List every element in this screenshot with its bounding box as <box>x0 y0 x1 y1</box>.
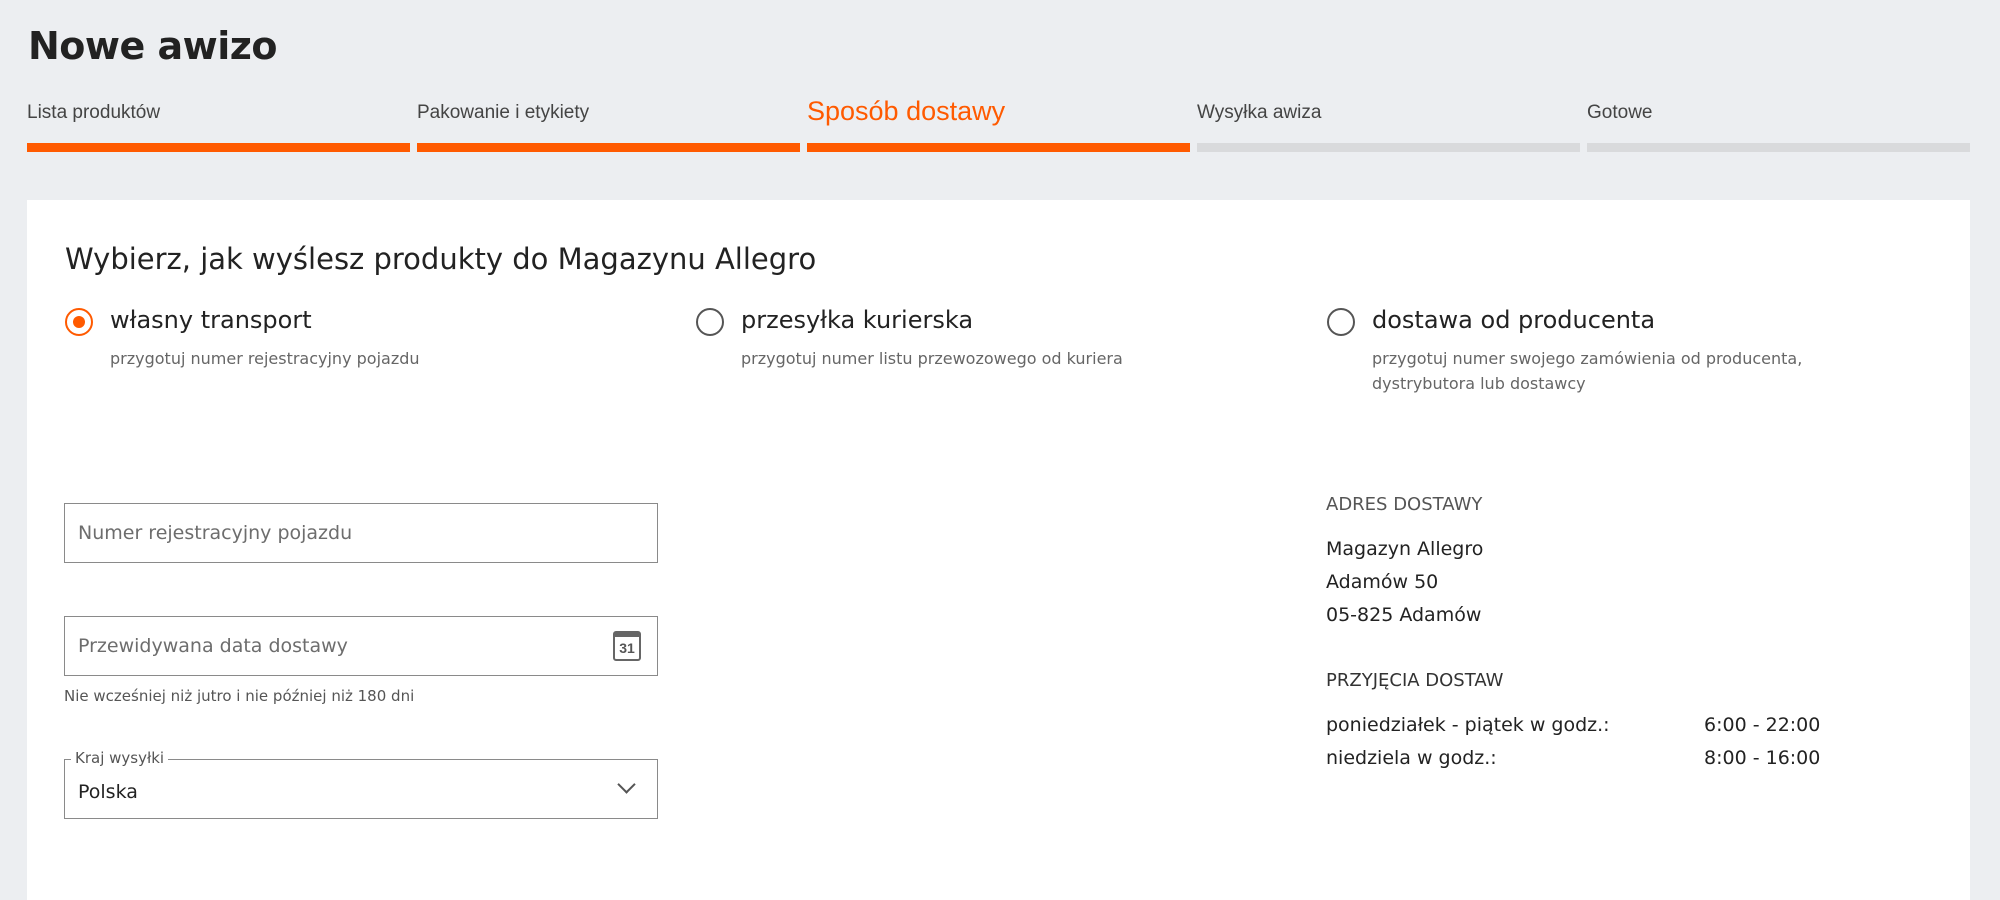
step-bar <box>417 143 800 152</box>
hours-days: poniedziałek - piątek w godz.: <box>1326 714 1610 736</box>
plate-number-placeholder: Numer rejestracyjny pojazdu <box>78 522 353 544</box>
delivery-date-placeholder: Przewidywana data dostawy <box>78 635 348 657</box>
step-bar <box>1587 143 1970 152</box>
step-label: Pakowanie i etykiety <box>417 102 590 123</box>
hours-row: poniedziałek - piątek w godz.: 6:00 - 22… <box>1326 709 1820 742</box>
step-label: Wysyłka awiza <box>1197 102 1322 123</box>
delivery-date-input[interactable]: Przewidywana data dostawy 31 <box>64 616 658 676</box>
hours-row: niedziela w godz.: 8:00 - 16:00 <box>1326 742 1820 775</box>
step-label: Sposób dostawy <box>807 96 1006 126</box>
delivery-address: ADRES DOSTAWY Magazyn Allegro Adamów 50 … <box>1326 494 1820 775</box>
address-line: Adamów 50 <box>1326 571 1439 593</box>
step-label: Lista produktów <box>27 102 161 123</box>
hours-time: 8:00 - 16:00 <box>1704 747 1821 769</box>
progress-steps: Lista produktów Pakowanie i etykiety Spo… <box>27 96 1970 152</box>
step-packing-labels[interactable]: Pakowanie i etykiety <box>417 98 800 152</box>
radio-courier[interactable] <box>696 308 724 336</box>
hours-days: niedziela w godz.: <box>1326 747 1497 769</box>
step-done: Gotowe <box>1587 98 1970 152</box>
address-line: Magazyn Allegro <box>1326 538 1484 560</box>
page-title: Nowe awizo <box>28 24 278 68</box>
step-product-list[interactable]: Lista produktów <box>27 98 410 152</box>
calendar-icon[interactable]: 31 <box>613 631 641 661</box>
step-bar <box>1197 143 1580 152</box>
step-bar <box>27 143 410 152</box>
step-delivery-method: Sposób dostawy <box>807 96 1190 152</box>
step-bar <box>807 143 1190 152</box>
plate-number-input[interactable]: Numer rejestracyjny pojazdu <box>64 503 658 563</box>
radio-own-transport[interactable] <box>65 308 93 336</box>
option-hint: przygotuj numer rejestracyjny pojazdu <box>110 349 420 368</box>
option-label[interactable]: przesyłka kurierska <box>741 306 973 334</box>
date-helper-text: Nie wcześniej niż jutro i nie później ni… <box>64 687 415 705</box>
country-value: Polska <box>78 781 138 803</box>
country-label: Kraj wysyłki <box>71 749 169 767</box>
address-heading: ADRES DOSTAWY <box>1326 494 1483 515</box>
section-title: Wybierz, jak wyślesz produkty do Magazyn… <box>65 242 817 276</box>
hours-time: 6:00 - 22:00 <box>1704 714 1821 736</box>
option-label[interactable]: własny transport <box>110 306 312 334</box>
step-label: Gotowe <box>1587 102 1653 123</box>
radio-producer-delivery[interactable] <box>1327 308 1355 336</box>
option-hint: przygotuj numer swojego zamówienia od pr… <box>1372 349 1803 393</box>
address-line: 05-825 Adamów <box>1326 604 1482 626</box>
step-send-notice: Wysyłka awiza <box>1197 98 1580 152</box>
delivery-method-card: Wybierz, jak wyślesz produkty do Magazyn… <box>27 200 1970 900</box>
option-label[interactable]: dostawa od producenta <box>1372 306 1655 334</box>
option-hint: przygotuj numer listu przewozowego od ku… <box>741 349 1123 368</box>
country-select[interactable]: Kraj wysyłki Polska <box>64 749 658 819</box>
hours-heading: PRZYJĘCIA DOSTAW <box>1326 670 1504 691</box>
chevron-down-icon[interactable] <box>617 775 636 794</box>
